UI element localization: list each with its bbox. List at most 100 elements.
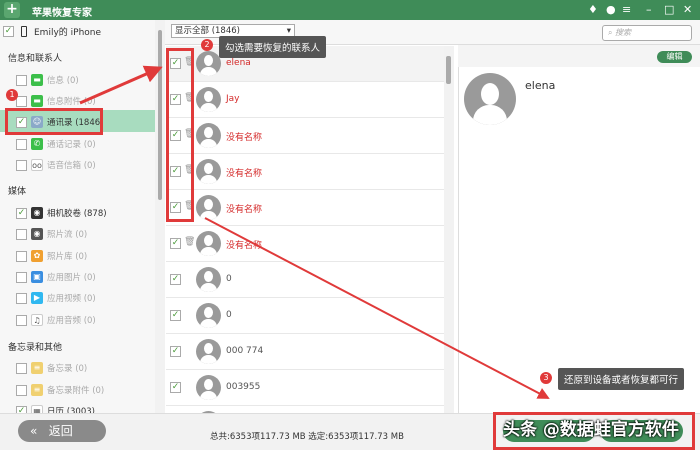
device-item[interactable]: ✓ Emily的 iPhone	[3, 21, 101, 41]
contact-row[interactable]: ✓ 000 774	[166, 334, 444, 370]
category-label: 信息附件 (0)	[47, 97, 96, 107]
highlight-box-contacts	[5, 108, 103, 135]
category-sidebar: ✓ Emily的 iPhone 信息和联系人 媒体 备忘录和其他 ▬ 信息 (0)…	[0, 20, 155, 413]
sidebar-item[interactable]: ♫ 应用音频 (0)	[16, 310, 96, 330]
category-checkbox[interactable]	[16, 228, 27, 240]
contact-checkbox[interactable]: ✓	[170, 382, 181, 393]
device-checkbox[interactable]: ✓	[3, 25, 14, 37]
category-label: 应用图片 (0)	[47, 273, 96, 283]
contact-checkbox[interactable]: ✓	[170, 310, 181, 321]
device-name: Emily的 iPhone	[34, 27, 102, 38]
contact-checkbox[interactable]: ✓	[170, 274, 181, 285]
sidebar-item[interactable]: oo 语音信箱 (0)	[16, 155, 96, 175]
category-label: 应用视频 (0)	[47, 294, 96, 304]
category-checkbox[interactable]	[16, 138, 27, 150]
contact-row[interactable]: ✓	[166, 406, 444, 413]
sidebar-item[interactable]: ◉ 照片流 (0)	[16, 224, 87, 244]
category-icon: ▬	[31, 74, 43, 86]
contact-row[interactable]: ✓ 🗑 没有名称	[166, 226, 444, 262]
sidebar-item[interactable]: ≡ 备忘录附件 (0)	[16, 380, 104, 400]
sidebar-scroll-thumb[interactable]	[158, 30, 162, 200]
contact-row[interactable]: ✓ 003955	[166, 370, 444, 406]
category-icon: ◉	[31, 207, 43, 219]
double-chevron-left-icon: «	[30, 424, 38, 438]
sidebar-item[interactable]: ▶ 应用视频 (0)	[16, 288, 96, 308]
section-title: 媒体	[8, 187, 27, 197]
category-checkbox[interactable]	[16, 271, 27, 283]
category-checkbox[interactable]	[16, 384, 27, 396]
contact-row[interactable]: ✓ 🗑 没有名称	[166, 118, 444, 154]
category-label: 相机胶卷 (878)	[47, 209, 107, 219]
search-input[interactable]: ⌕ 搜索	[602, 25, 692, 41]
category-icon: ▬	[31, 95, 43, 107]
sidebar-item[interactable]: ▣ 应用图片 (0)	[16, 267, 96, 287]
category-checkbox[interactable]	[16, 292, 27, 304]
sidebar-item[interactable]: ✿ 照片库 (0)	[16, 246, 87, 266]
minimize-button[interactable]: –	[646, 3, 652, 16]
step-3-tooltip: 还原到设备或者恢复都可行	[558, 368, 685, 390]
category-checkbox[interactable]	[16, 362, 27, 374]
avatar	[196, 339, 221, 364]
sidebar-item[interactable]: ✓ ▦ 日历 (3003)	[16, 401, 95, 413]
category-label: 照片流 (0)	[47, 230, 88, 240]
category-icon: ▣	[31, 271, 43, 283]
list-scroll-thumb[interactable]	[446, 56, 451, 84]
contact-name: Jay	[226, 94, 240, 104]
sidebar-item[interactable]: ▬ 信息 (0)	[16, 70, 79, 90]
maximize-button[interactable]: □	[664, 3, 674, 16]
avatar	[196, 267, 221, 292]
contact-name: 没有名称	[226, 133, 263, 143]
category-icon: ✿	[31, 250, 43, 262]
category-checkbox[interactable]: ✓	[16, 207, 27, 219]
avatar	[196, 303, 221, 328]
contact-name: 0	[226, 310, 232, 320]
step-2-badge: 2	[201, 39, 213, 51]
close-button[interactable]: ✕	[683, 3, 692, 16]
avatar	[196, 231, 221, 256]
category-icon: ♫	[31, 314, 43, 326]
phone-icon	[21, 25, 27, 37]
contact-name: 没有名称	[226, 241, 263, 251]
highlight-box-checkboxes	[166, 48, 194, 222]
back-label: 返回	[48, 424, 73, 438]
contact-name: 000 774	[226, 346, 264, 356]
step-3-badge: 3	[540, 372, 552, 384]
list-scrollbar[interactable]	[444, 46, 454, 413]
sidebar-item[interactable]: ≡ 备忘录 (0)	[16, 358, 87, 378]
category-checkbox[interactable]	[16, 159, 27, 171]
category-checkbox[interactable]	[16, 250, 27, 262]
contact-checkbox[interactable]: ✓	[170, 346, 181, 357]
category-checkbox[interactable]: ✓	[16, 405, 27, 413]
chat-icon[interactable]: ●	[606, 3, 616, 16]
section-title: 备忘录和其他	[8, 343, 63, 353]
highlight-box-buttons	[493, 412, 695, 450]
contact-list: ✓ 🗑 elena ✓ 🗑 Jay ✓ 🗑 没有名称 ✓ 🗑 没有名称 ✓ 🗑 没有名称 ✓ 🗑 没有名称 ✓ 0 ✓ 0…	[166, 46, 444, 413]
back-button[interactable]: « 返回	[18, 420, 106, 442]
category-icon: oo	[31, 159, 43, 171]
category-icon: ✆	[31, 138, 43, 150]
category-label: 照片库 (0)	[47, 252, 88, 262]
category-checkbox[interactable]	[16, 95, 27, 107]
contact-checkbox[interactable]: ✓	[170, 238, 181, 249]
contact-row[interactable]: ✓ 0	[166, 298, 444, 334]
category-checkbox[interactable]	[16, 74, 27, 86]
section-title: 信息和联系人	[8, 54, 63, 64]
search-placeholder: 搜索	[615, 28, 632, 37]
contact-row[interactable]: ✓ 🗑 Jay	[166, 82, 444, 118]
sidebar-item[interactable]: ✓ ◉ 相机胶卷 (878)	[16, 203, 107, 223]
menu-icon[interactable]: ≡	[622, 3, 631, 16]
contact-row[interactable]: ✓ 0	[166, 262, 444, 298]
edit-button[interactable]: 编辑	[657, 51, 692, 63]
category-checkbox[interactable]	[16, 314, 27, 326]
contact-name: 没有名称	[226, 169, 263, 179]
contact-row[interactable]: ✓ 🗑 没有名称	[166, 154, 444, 190]
vip-diamond-icon[interactable]: ♦	[588, 3, 598, 16]
title-bar: + 苹果恢复专家 ♦ ● ≡ – □ ✕	[0, 0, 700, 20]
avatar	[196, 159, 221, 184]
category-icon: ▶	[31, 292, 43, 304]
sidebar-item[interactable]: ✆ 通话记录 (0)	[16, 134, 96, 154]
contact-row[interactable]: ✓ 🗑 没有名称	[166, 190, 444, 226]
search-icon: ⌕	[608, 28, 616, 37]
app-logo-icon: +	[4, 2, 20, 18]
contact-name: 没有名称	[226, 205, 263, 215]
